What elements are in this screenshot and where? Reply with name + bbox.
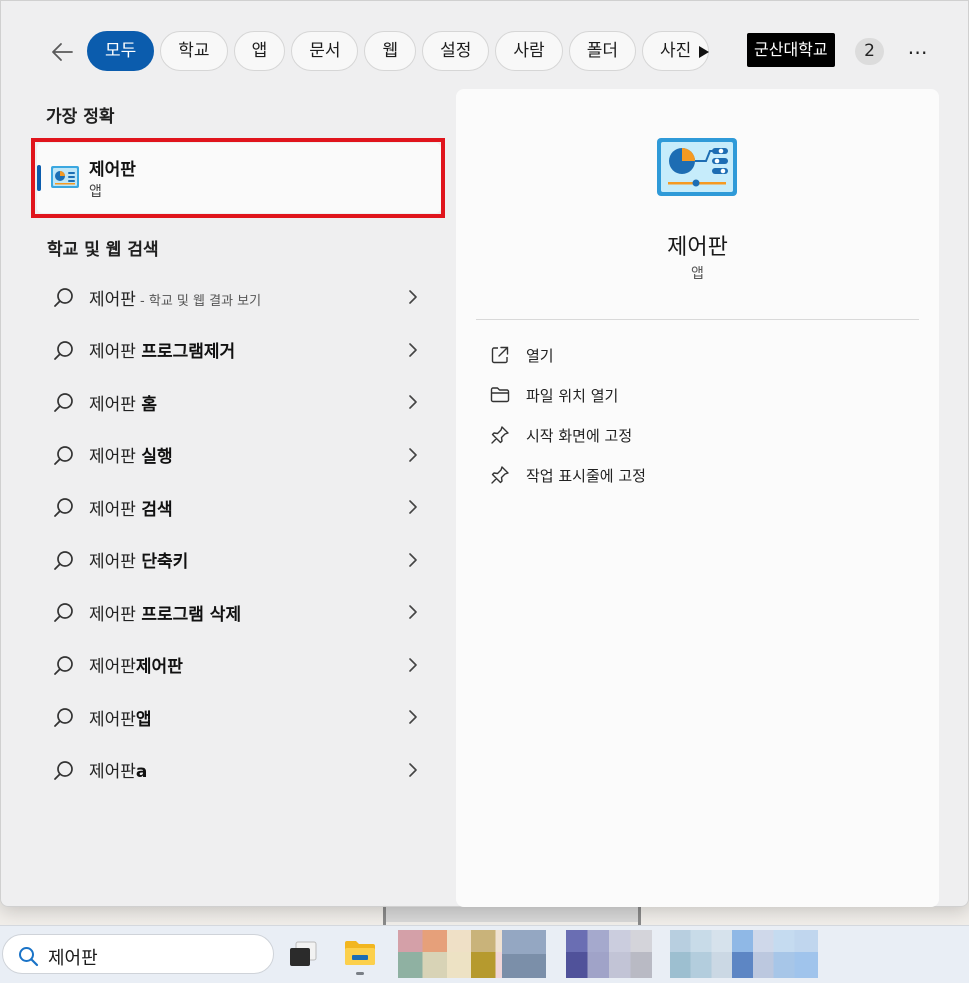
background-window: [386, 905, 638, 922]
search-suggestion[interactable]: 제어판 프로그램 삭제: [37, 586, 441, 639]
suggestion-text: 제어판제어판: [89, 657, 183, 678]
search-icon: [54, 445, 73, 465]
pin-icon: [491, 466, 509, 484]
more-filters-button[interactable]: [691, 39, 717, 65]
chevron-right-icon: [409, 605, 417, 619]
suggestion-text: 제어판 검색: [89, 499, 173, 520]
file-explorer-button[interactable]: [344, 939, 376, 971]
taskbar-search-box[interactable]: 제어판: [2, 934, 274, 974]
pin-to-start-action[interactable]: 시작 화면에 고정: [476, 415, 919, 455]
preview-title: 제어판: [667, 235, 728, 260]
web-search-heading: 학교 및 웹 검색: [47, 240, 159, 260]
running-indicator: [356, 972, 364, 975]
open-action[interactable]: 열기: [476, 335, 919, 375]
pinned-app-icon[interactable]: [670, 952, 818, 978]
suggestion-text: 제어판a: [89, 762, 148, 783]
chip-school[interactable]: 학교: [160, 31, 228, 71]
preview-divider: [476, 319, 919, 320]
chip-apps[interactable]: 앱: [233, 31, 286, 71]
chevron-right-icon: [409, 395, 417, 409]
pinned-app-icon[interactable]: [502, 930, 546, 978]
task-view-icon: [290, 941, 317, 966]
chip-documents[interactable]: 문서: [291, 31, 359, 71]
search-suggestion[interactable]: 제어판a: [37, 744, 441, 797]
more-options-button[interactable]: ⋯: [901, 35, 935, 69]
background-window-edge: [638, 905, 641, 925]
chip-settings[interactable]: 설정: [422, 31, 490, 71]
search-icon: [54, 760, 73, 780]
chevron-right-icon: [409, 762, 417, 777]
control-panel-icon: [656, 137, 738, 203]
preview-subtitle: 앱: [691, 266, 704, 282]
chip-web[interactable]: 웹: [364, 31, 417, 71]
open-external-icon: [491, 346, 509, 364]
suggestion-text: 제어판 실행: [89, 447, 173, 468]
search-icon: [54, 655, 73, 675]
search-suggestion[interactable]: 제어판 프로그램제거: [37, 324, 441, 377]
best-match-item[interactable]: 제어판 앱: [37, 143, 441, 213]
search-icon: [54, 340, 73, 360]
chip-people[interactable]: 사람: [495, 31, 563, 71]
suggestion-text: 제어판 - 학교 및 웹 결과 보기: [89, 289, 262, 310]
search-icon: [19, 947, 39, 967]
suggestion-text: 제어판 프로그램제거: [89, 342, 236, 363]
control-panel-icon: [50, 165, 80, 195]
chevron-right-icon: [409, 500, 417, 514]
pinned-app-icon[interactable]: [566, 952, 652, 978]
pin-to-taskbar-action[interactable]: 작업 표시줄에 고정: [476, 455, 919, 495]
preview-actions: 열기 파일 위치 열기 시작 화면에 고정 작업 표시줄에 고정: [476, 335, 919, 495]
filter-chips: 모두 학교 앱 문서 웹 설정 사람 폴더 사진: [87, 31, 710, 71]
suggestion-text: 제어판 프로그램 삭제: [89, 604, 242, 625]
account-count-badge[interactable]: 2: [855, 38, 884, 65]
play-triangle-icon: [699, 46, 709, 58]
suggestion-text: 제어판 홈: [89, 394, 157, 415]
action-label: 시작 화면에 고정: [526, 426, 633, 445]
search-icon: [54, 708, 73, 727]
organization-badge[interactable]: 군산대학교: [747, 33, 835, 67]
open-file-location-action[interactable]: 파일 위치 열기: [476, 375, 919, 415]
chevron-right-icon: [409, 710, 417, 724]
suggestion-text: 제어판 단축키: [89, 552, 189, 573]
chevron-right-icon: [409, 447, 417, 462]
search-suggestion[interactable]: 제어판앱: [37, 691, 441, 744]
taskbar: 제어판: [0, 925, 969, 983]
search-flyout: 모두 학교 앱 문서 웹 설정 사람 폴더 사진 군산대학교 2 ⋯ 가장 정확: [0, 0, 969, 907]
search-icon: [54, 603, 73, 622]
search-suggestion[interactable]: 제어판 홈: [37, 376, 441, 429]
filter-bar: 모두 학교 앱 문서 웹 설정 사람 폴더 사진 군산대학교 2 ⋯: [1, 25, 969, 77]
search-icon: [54, 498, 73, 517]
action-label: 열기: [526, 346, 554, 365]
chevron-right-icon: [409, 342, 417, 357]
search-icon: [54, 550, 73, 570]
suggestion-text: 제어판앱: [89, 709, 152, 730]
chevron-right-icon: [409, 552, 417, 567]
arrow-left-icon: [52, 43, 73, 61]
folder-icon: [490, 387, 510, 403]
web-search-results: 제어판 - 학교 및 웹 결과 보기 제어판 프로그램제거 제어판 홈 제어판 …: [37, 271, 441, 796]
best-match-name: 제어판: [89, 160, 136, 180]
pin-icon: [491, 426, 509, 444]
chevron-right-icon: [409, 290, 417, 304]
search-suggestion[interactable]: 제어판제어판: [37, 639, 441, 692]
search-icon: [54, 288, 73, 307]
chip-folders[interactable]: 폴더: [568, 31, 636, 71]
search-suggestion[interactable]: 제어판 단축키: [37, 534, 441, 587]
action-label: 작업 표시줄에 고정: [526, 466, 646, 485]
chip-all[interactable]: 모두: [87, 31, 155, 71]
folder-icon: [345, 941, 375, 965]
action-label: 파일 위치 열기: [526, 386, 619, 405]
selection-indicator: [37, 165, 41, 191]
search-suggestion[interactable]: 제어판 실행: [37, 429, 441, 482]
taskbar-search-text: 제어판: [48, 948, 98, 969]
best-match-heading: 가장 정확: [46, 107, 115, 127]
preview-pane: 제어판 앱 열기 파일 위치 열기 시작 화면에 고정 작업 표시줄에 고정: [456, 89, 939, 907]
back-button[interactable]: [45, 35, 79, 69]
task-view-button[interactable]: [288, 940, 318, 972]
search-suggestion[interactable]: 제어판 - 학교 및 웹 결과 보기: [37, 271, 441, 324]
search-suggestion[interactable]: 제어판 검색: [37, 481, 441, 534]
best-match-type: 앱: [89, 184, 102, 200]
search-icon: [54, 393, 73, 412]
chevron-right-icon: [409, 657, 417, 672]
